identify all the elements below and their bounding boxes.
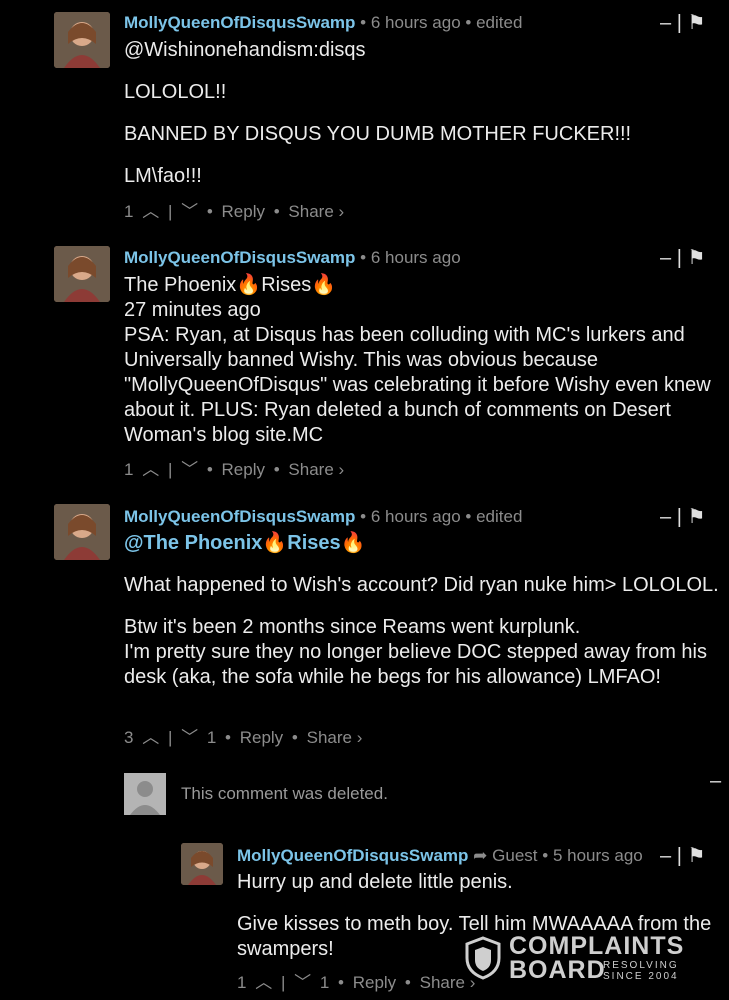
flag-icon[interactable]: ⚑ [687, 845, 705, 867]
timestamp[interactable]: 6 hours ago [371, 248, 461, 267]
upvote-count: 1 [124, 202, 134, 221]
shield-logo-icon [465, 936, 501, 980]
collapse-icon[interactable]: – [660, 247, 671, 269]
comment-controls: – | ⚑ [660, 504, 705, 529]
separator: | [676, 247, 682, 269]
chevron-down-icon[interactable]: ﹀ [294, 973, 311, 992]
separator: • [338, 973, 344, 992]
deleted-text: This comment was deleted. [181, 784, 388, 803]
edited-label: edited [476, 507, 523, 526]
separator: | [280, 973, 286, 992]
separator: | [676, 845, 682, 867]
flag-icon[interactable]: ⚑ [687, 12, 705, 34]
separator: | [167, 728, 173, 747]
avatar[interactable] [54, 504, 110, 560]
avatar[interactable] [54, 246, 110, 302]
separator: • [360, 507, 371, 526]
default-avatar [124, 773, 166, 815]
author-link[interactable]: MollyQueenOfDisqusSwamp [124, 507, 355, 526]
comment-body: The Phoenix🔥Rises🔥 27 minutes ago PSA: R… [124, 273, 714, 448]
chevron-up-icon[interactable]: ︿ [142, 460, 159, 479]
comment-line: PSA: Ryan, at Disqus has been colluding … [124, 324, 711, 446]
chevron-down-icon[interactable]: ﹀ [181, 460, 198, 479]
chevron-up-icon[interactable]: ︿ [255, 973, 272, 992]
author-link[interactable]: MollyQueenOfDisqusSwamp [237, 846, 468, 865]
watermark-tagline-2: SINCE 2004 [603, 971, 679, 982]
chevron-up-icon[interactable]: ︿ [142, 202, 159, 221]
collapse-icon[interactable]: – [660, 12, 671, 34]
separator: • [360, 13, 371, 32]
reply-button[interactable]: Reply [222, 202, 265, 221]
separator: • [206, 202, 213, 221]
comment-controls: – | ⚑ [660, 843, 705, 868]
comment-line: What happened to Wish's account? Did rya… [124, 574, 719, 596]
comment-body: @Wishinonehandism:disqs LOLOLOL!! BANNED… [124, 38, 714, 189]
reply-button[interactable]: Reply [222, 460, 265, 479]
separator: • [465, 13, 477, 32]
collapse-icon[interactable]: – [660, 845, 671, 867]
flag-icon[interactable]: ⚑ [687, 247, 705, 269]
reply-arrow-icon: ➦ [473, 846, 488, 865]
timestamp[interactable]: 6 hours ago [371, 13, 461, 32]
reply-button[interactable]: Reply [353, 973, 396, 992]
comment-controls: – | ⚑ [660, 10, 705, 35]
collapse-icon[interactable]: – [660, 506, 671, 528]
separator: • [465, 507, 477, 526]
flag-icon[interactable]: ⚑ [687, 506, 705, 528]
reply-to-user[interactable]: Guest [492, 846, 537, 865]
separator: | [676, 12, 682, 34]
comment-line: LM\fao!!! [124, 165, 202, 187]
separator: • [225, 728, 231, 747]
watermark-line2: BOARD [509, 956, 606, 984]
separator: | [167, 202, 173, 221]
edited-label: edited [476, 13, 523, 32]
comment-controls: – | ⚑ [660, 245, 705, 270]
author-link[interactable]: MollyQueenOfDisqusSwamp [124, 13, 355, 32]
downvote-count: 1 [206, 728, 217, 747]
mention-link[interactable]: @The Phoenix🔥Rises🔥 [124, 531, 724, 556]
separator: • [273, 202, 280, 221]
upvote-count: 1 [124, 460, 134, 479]
comment-line: 27 minutes ago [124, 299, 261, 321]
share-button[interactable]: Share › [288, 460, 344, 479]
chevron-down-icon[interactable]: ﹀ [181, 202, 198, 221]
upvote-count: 1 [237, 973, 247, 992]
comment-body: @The Phoenix🔥Rises🔥 What happened to Wis… [124, 531, 724, 690]
separator: | [167, 460, 173, 479]
timestamp[interactable]: 5 hours ago [553, 846, 643, 865]
reply-button[interactable]: Reply [240, 728, 283, 747]
comment-line: BANNED BY DISQUS YOU DUMB MOTHER FUCKER!… [124, 123, 632, 145]
collapse-icon[interactable]: – [710, 770, 721, 793]
share-button[interactable]: Share › [307, 728, 363, 747]
share-button[interactable]: Share › [288, 202, 344, 221]
comment-line: I'm pretty sure they no longer believe D… [124, 641, 707, 688]
separator: • [360, 248, 371, 267]
comment-line: Hurry up and delete little penis. [237, 871, 513, 893]
separator: | [676, 506, 682, 528]
separator: • [404, 973, 411, 992]
comment-line: LOLOLOL!! [124, 81, 227, 103]
avatar[interactable] [181, 843, 223, 885]
separator: • [206, 460, 213, 479]
comment-line: The Phoenix🔥Rises🔥 [124, 274, 337, 296]
avatar[interactable] [54, 12, 110, 68]
downvote-count: 1 [319, 973, 330, 992]
watermark-tagline-1: RESOLVING [603, 960, 679, 971]
separator: • [542, 846, 553, 865]
separator: • [291, 728, 298, 747]
author-link[interactable]: MollyQueenOfDisqusSwamp [124, 248, 355, 267]
timestamp[interactable]: 6 hours ago [371, 507, 461, 526]
comment-line: Btw it's been 2 months since Reams went … [124, 616, 581, 638]
comment-line: @Wishinonehandism:disqs [124, 39, 366, 61]
upvote-count: 3 [124, 728, 134, 747]
chevron-down-icon[interactable]: ﹀ [181, 728, 198, 747]
separator: • [273, 460, 280, 479]
chevron-up-icon[interactable]: ︿ [142, 728, 159, 747]
